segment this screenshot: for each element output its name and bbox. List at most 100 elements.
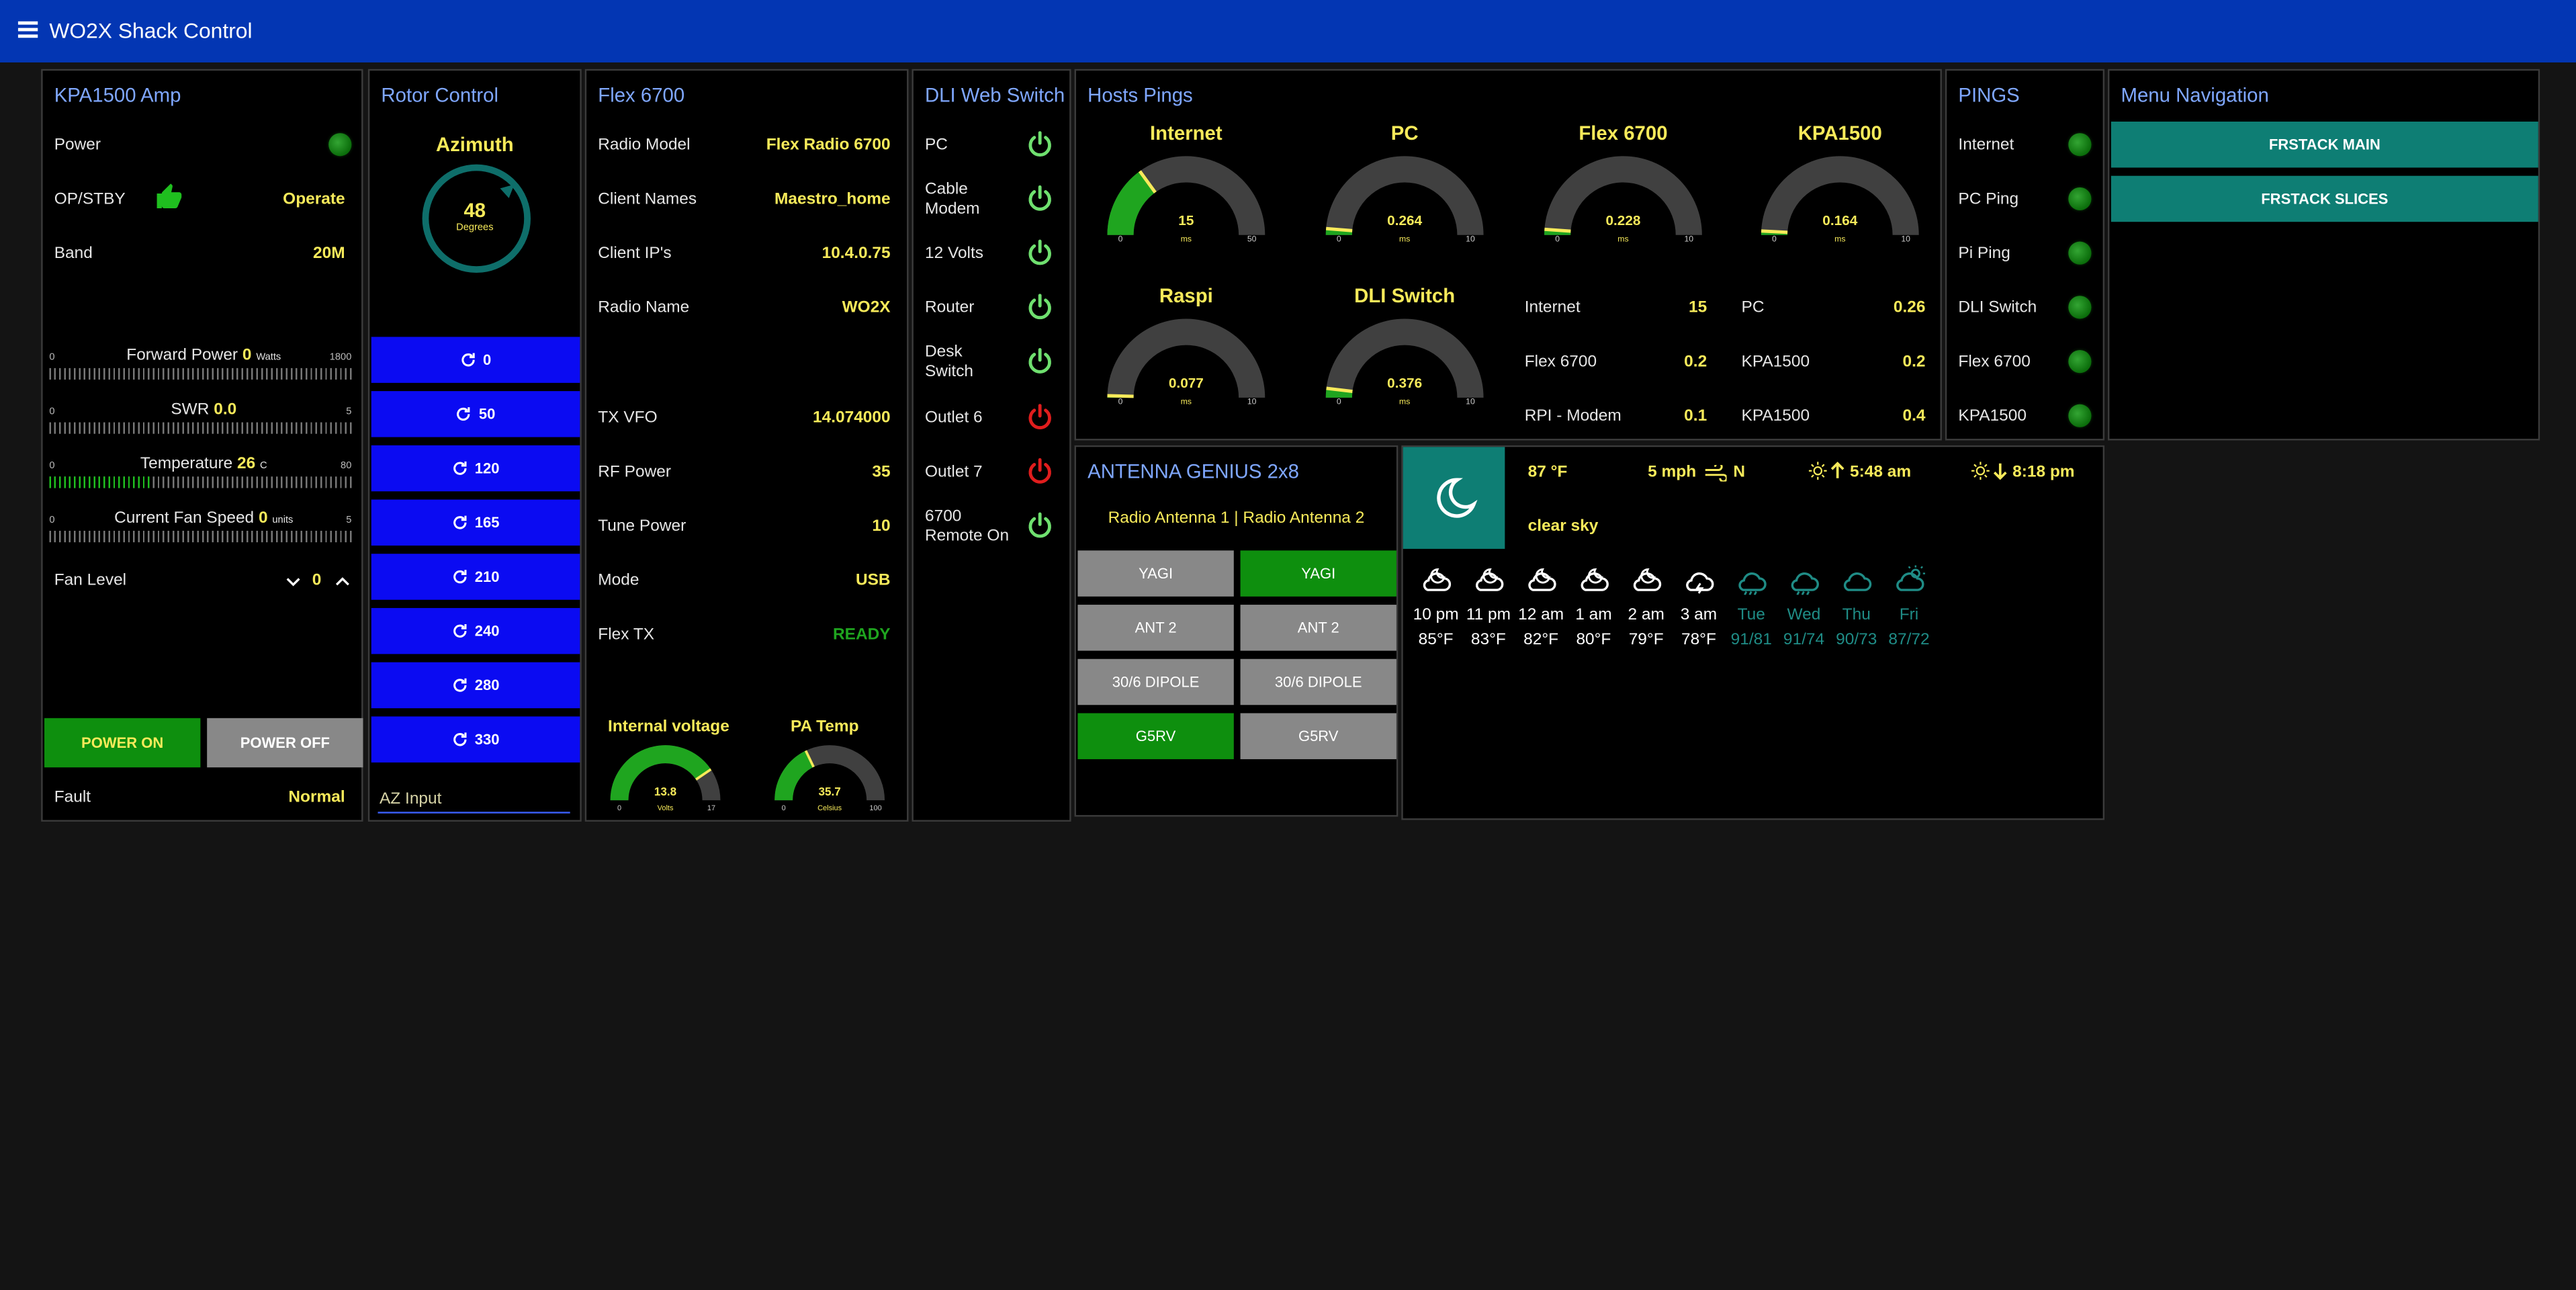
radio1-antenna-button[interactable]: 30/6 DIPOLE [1077, 658, 1234, 705]
nav-title: Menu Navigation [2121, 83, 2269, 107]
power-toggle-icon[interactable] [1025, 457, 1055, 486]
rotor-title: Rotor Control [381, 83, 498, 107]
gauge-fill [1107, 171, 1156, 236]
rain-icon [1791, 572, 1819, 595]
rain-icon [1738, 572, 1767, 595]
rotor-preset-button[interactable]: 50 [371, 391, 580, 437]
flex-row-label: TX VFO [598, 409, 658, 427]
radio1-antenna-button[interactable]: ANT 2 [1077, 605, 1234, 651]
power-toggle-icon[interactable] [1025, 402, 1055, 432]
host-ping-gauge: 15 ms 0 50 [1107, 156, 1265, 244]
amp-title: KPA1500 Amp [54, 83, 181, 107]
host-gauge-title: DLI Switch [1354, 284, 1456, 308]
rotate-icon [453, 570, 467, 584]
outlet-label: Router [924, 299, 975, 318]
hosts-title: Hosts Pings [1087, 83, 1193, 107]
outlet-label: Desk Switch [924, 343, 974, 382]
rotate-icon [453, 732, 467, 746]
power-on-button[interactable]: POWER ON [44, 718, 201, 768]
power-off-button[interactable]: POWER OFF [207, 718, 363, 768]
gauge-value: 13.8 [654, 785, 676, 798]
chevron-up-icon[interactable] [335, 575, 350, 589]
gauge-max: 10 [1466, 234, 1475, 244]
power-toggle-icon[interactable] [1025, 130, 1055, 159]
rotor-preset-button[interactable]: 0 [371, 337, 580, 383]
power-toggle-icon[interactable] [1025, 239, 1055, 268]
host-stat-label: RPI - Modem [1524, 407, 1622, 426]
radio2-antenna-button[interactable]: YAGI [1240, 550, 1396, 597]
flex-row-value: USB [855, 572, 891, 591]
flex-row-value: Maestro_home [774, 190, 891, 209]
hourly-time: 3 am [1680, 606, 1718, 625]
rotor-preset-button[interactable]: 280 [371, 662, 580, 709]
daily-day: Thu [1842, 606, 1871, 625]
radio2-antenna-button[interactable]: 30/6 DIPOLE [1240, 658, 1396, 705]
gauge-min: 0 [1555, 234, 1560, 244]
pa-temp-gauge: 35.7 Celsius 0 100 [774, 745, 885, 812]
gauge-unit: ms [1181, 397, 1192, 406]
power-toggle-icon[interactable] [1025, 292, 1055, 322]
power-toggle-icon[interactable] [1025, 347, 1055, 376]
cloud-icon [1843, 572, 1872, 591]
fan-level-label: Fan Level [54, 572, 127, 591]
thumbs-up-icon[interactable] [154, 182, 184, 212]
frstack-main-button[interactable]: FRSTACK MAIN [2111, 121, 2538, 168]
fan-speed-label: Current Fan Speed 0 units [114, 509, 294, 528]
rotate-icon [453, 515, 467, 529]
daily-forecast: Tue 91/81 [1725, 603, 1777, 652]
host-gauge-title: Flex 6700 [1579, 121, 1668, 145]
chevron-down-icon[interactable] [286, 575, 301, 589]
dli-title: DLI Web Switch [924, 83, 1065, 107]
gauge-value: 35.7 [818, 785, 840, 798]
radio2-antenna-button[interactable]: G5RV [1240, 713, 1396, 759]
host-stat-value: 0.26 [1893, 299, 1926, 318]
sunrise-arrow-icon [1830, 462, 1845, 478]
app-title: WO2X Shack Control [49, 17, 253, 43]
host-stat-label: KPA1500 [1741, 407, 1810, 426]
radio1-antenna-button[interactable]: YAGI [1077, 550, 1234, 597]
hourly-time: 10 pm [1413, 606, 1459, 625]
gauge-value: 0.264 [1387, 213, 1422, 228]
radio1-antenna-button[interactable]: G5RV [1077, 713, 1234, 759]
rotor-preset-button[interactable]: 120 [371, 445, 580, 492]
rotor-preset-button[interactable]: 330 [371, 716, 580, 763]
host-gauge-title: Raspi [1159, 284, 1213, 308]
rotor-preset-button[interactable]: 165 [371, 499, 580, 546]
frstack-slices-button[interactable]: FRSTACK SLICES [2111, 175, 2538, 222]
power-toggle-icon[interactable] [1025, 184, 1055, 214]
gauge-min: 0 [617, 804, 621, 812]
meter-min: 0 [49, 515, 55, 526]
radio2-antenna-button[interactable]: ANT 2 [1240, 605, 1396, 651]
azimuth-label: Azimuth [435, 133, 514, 157]
opstby-value: Operate [283, 190, 345, 209]
gauge-needle [1325, 226, 1353, 232]
hourly-temp: 78°F [1681, 631, 1716, 650]
ping-status-led [2068, 187, 2092, 211]
rotor-preset-label: 50 [478, 406, 496, 423]
host-stat-label: PC [1741, 299, 1765, 318]
gauge-unit: ms [1399, 397, 1410, 406]
gauge-min: 0 [782, 804, 786, 812]
flex-row-value: 14.074000 [812, 409, 891, 427]
cloudy-night-icon [1423, 568, 1452, 591]
current-temp: 87 °F [1527, 463, 1568, 482]
azimuth-input[interactable]: AZ Input [377, 787, 570, 814]
flex-title: Flex 6700 [598, 83, 685, 107]
host-ping-gauge: 0.264 ms 0 10 [1325, 156, 1484, 244]
rotor-preset-button[interactable]: 210 [371, 554, 580, 600]
sunset-arrow-icon [1993, 463, 2007, 480]
daily-temps: 91/81 [1730, 631, 1772, 650]
weather-condition: clear sky [1527, 517, 1599, 536]
hamburger-menu-icon[interactable] [17, 21, 38, 38]
pa-temp-title: PA Temp [791, 718, 859, 736]
ping-status-led [2068, 241, 2092, 265]
pings-title: PINGS [1958, 83, 2020, 107]
flex-row-label: Mode [598, 572, 639, 591]
power-toggle-icon[interactable] [1025, 511, 1055, 541]
rotor-preset-button[interactable]: 240 [371, 607, 580, 654]
rotate-icon [461, 353, 475, 367]
power-status-led [328, 133, 352, 157]
flex-row-value: WO2X [842, 299, 891, 318]
ping-status-led [2068, 404, 2092, 427]
meter-max: 80 [341, 462, 352, 472]
